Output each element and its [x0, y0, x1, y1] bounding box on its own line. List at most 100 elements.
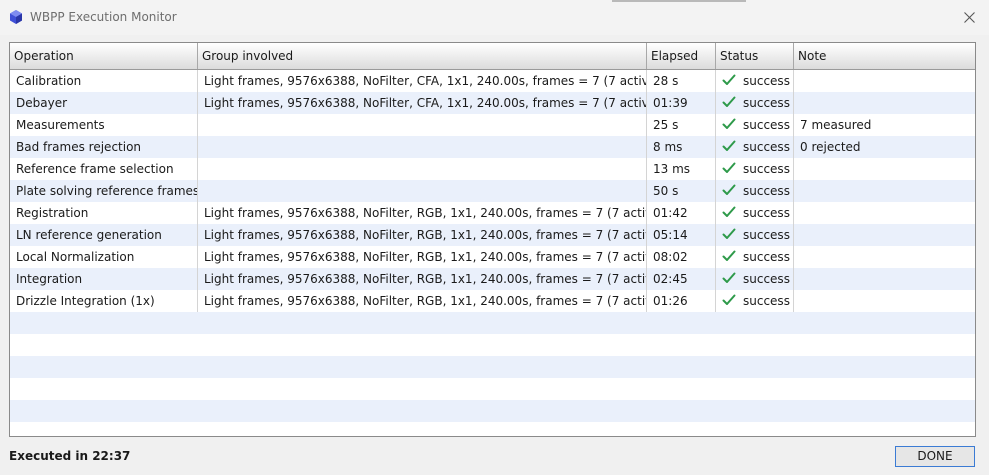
- operation-cell: Bad frames rejection: [10, 136, 198, 158]
- group-cell: Light frames, 9576x6388, NoFilter, RGB, …: [198, 290, 647, 312]
- elapsed-cell: 02:45: [647, 268, 716, 290]
- group-cell: [198, 180, 647, 202]
- note-cell: [794, 290, 975, 312]
- top-edge-artifact: [612, 0, 746, 2]
- checkmark-icon: [722, 250, 736, 261]
- group-cell: Light frames, 9576x6388, NoFilter, RGB, …: [198, 224, 647, 246]
- group-cell: Light frames, 9576x6388, NoFilter, RGB, …: [198, 268, 647, 290]
- note-cell: [794, 202, 975, 224]
- elapsed-cell: 01:42: [647, 202, 716, 224]
- status-text: success: [743, 162, 790, 176]
- status-cell: success: [716, 268, 794, 290]
- status-text: success: [743, 118, 790, 132]
- column-header-note[interactable]: Note: [794, 43, 975, 69]
- column-header-operation[interactable]: Operation: [10, 43, 198, 69]
- checkmark-icon: [722, 140, 736, 151]
- status-text: success: [743, 228, 790, 242]
- elapsed-cell: 08:02: [647, 246, 716, 268]
- checkmark-icon: [722, 74, 736, 85]
- column-header-status[interactable]: Status: [716, 43, 794, 69]
- status-cell: success: [716, 202, 794, 224]
- note-cell: [794, 70, 975, 92]
- status-text: success: [743, 272, 790, 286]
- note-cell: [794, 92, 975, 114]
- group-cell: Light frames, 9576x6388, NoFilter, CFA, …: [198, 70, 647, 92]
- table-body: Calibration Light frames, 9576x6388, NoFi…: [10, 70, 975, 436]
- operation-cell: Registration: [10, 202, 198, 224]
- status-text: success: [743, 294, 790, 308]
- table-row[interactable]: Plate solving reference frames 50 s succes…: [10, 180, 975, 202]
- note-cell: 7 measured: [800, 118, 872, 132]
- elapsed-cell: 8 ms: [647, 136, 716, 158]
- group-cell: Light frames, 9576x6388, NoFilter, RGB, …: [198, 246, 647, 268]
- status-cell: success: [716, 224, 794, 246]
- group-cell: [198, 114, 647, 136]
- note-cell: [794, 158, 975, 180]
- status-cell: success: [716, 92, 794, 114]
- table-row[interactable]: Integration Light frames, 9576x6388, NoFi…: [10, 268, 975, 290]
- app-icon: [10, 10, 22, 24]
- status-cell: success: [716, 114, 794, 136]
- status-text: success: [743, 206, 790, 220]
- table-row[interactable]: Calibration Light frames, 9576x6388, NoFi…: [10, 70, 975, 92]
- elapsed-cell: 25 s: [647, 114, 716, 136]
- column-header-elapsed[interactable]: Elapsed: [647, 43, 716, 69]
- status-text: success: [743, 250, 790, 264]
- operation-cell: Local Normalization: [10, 246, 198, 268]
- elapsed-cell: 01:39: [647, 92, 716, 114]
- empty-row: [10, 312, 975, 334]
- group-cell: Light frames, 9576x6388, NoFilter, RGB, …: [198, 202, 647, 224]
- checkmark-icon: [722, 206, 736, 217]
- operation-cell: Drizzle Integration (1x): [10, 290, 198, 312]
- empty-row: [10, 400, 975, 422]
- done-button[interactable]: DONE: [895, 446, 975, 467]
- status-text: success: [743, 96, 790, 110]
- checkmark-icon: [722, 294, 736, 305]
- note-cell: [794, 180, 975, 202]
- group-cell: [198, 136, 647, 158]
- table-row[interactable]: Bad frames rejection 8 ms success 0 rejecte…: [10, 136, 975, 158]
- elapsed-cell: 28 s: [647, 70, 716, 92]
- status-cell: success: [716, 136, 794, 158]
- elapsed-cell: 50 s: [647, 180, 716, 202]
- table-header: Operation Group involved Elapsed Status …: [10, 43, 975, 70]
- status-cell: success: [716, 180, 794, 202]
- note-cell: 0 rejected: [800, 140, 861, 154]
- group-cell: [198, 158, 647, 180]
- operation-cell: LN reference generation: [10, 224, 198, 246]
- status-cell: success: [716, 290, 794, 312]
- elapsed-cell: 05:14: [647, 224, 716, 246]
- status-text: success: [743, 140, 790, 154]
- close-button[interactable]: [957, 6, 981, 28]
- checkmark-icon: [722, 272, 736, 283]
- table-row[interactable]: Measurements 25 s success 7 measured: [10, 114, 975, 136]
- group-cell: Light frames, 9576x6388, NoFilter, CFA, …: [198, 92, 647, 114]
- table-row[interactable]: Debayer Light frames, 9576x6388, NoFilter…: [10, 92, 975, 114]
- close-icon: [963, 11, 975, 23]
- executed-time-label: Executed in 22:37: [9, 449, 131, 463]
- execution-table[interactable]: Operation Group involved Elapsed Status …: [9, 42, 976, 437]
- operation-cell: Reference frame selection: [10, 158, 198, 180]
- checkmark-icon: [722, 162, 736, 173]
- operation-cell: Measurements: [10, 114, 198, 136]
- table-row[interactable]: LN reference generation Light frames, 957…: [10, 224, 975, 246]
- table-row[interactable]: Reference frame selection 13 ms success: [10, 158, 975, 180]
- checkmark-icon: [722, 184, 736, 195]
- empty-row: [10, 356, 975, 378]
- column-header-group[interactable]: Group involved: [198, 43, 647, 69]
- table-row[interactable]: Local Normalization Light frames, 9576x63…: [10, 246, 975, 268]
- elapsed-cell: 01:26: [647, 290, 716, 312]
- checkmark-icon: [722, 228, 736, 239]
- table-row[interactable]: Drizzle Integration (1x) Light frames, 95…: [10, 290, 975, 312]
- status-text: success: [743, 184, 790, 198]
- operation-cell: Plate solving reference frames: [10, 180, 198, 202]
- empty-row: [10, 422, 975, 436]
- note-cell: [794, 224, 975, 246]
- table-row[interactable]: Registration Light frames, 9576x6388, NoF…: [10, 202, 975, 224]
- note-cell: [794, 246, 975, 268]
- operation-cell: Integration: [10, 268, 198, 290]
- note-cell: [794, 268, 975, 290]
- empty-row: [10, 378, 975, 400]
- operation-cell: Debayer: [10, 92, 198, 114]
- checkmark-icon: [722, 118, 736, 129]
